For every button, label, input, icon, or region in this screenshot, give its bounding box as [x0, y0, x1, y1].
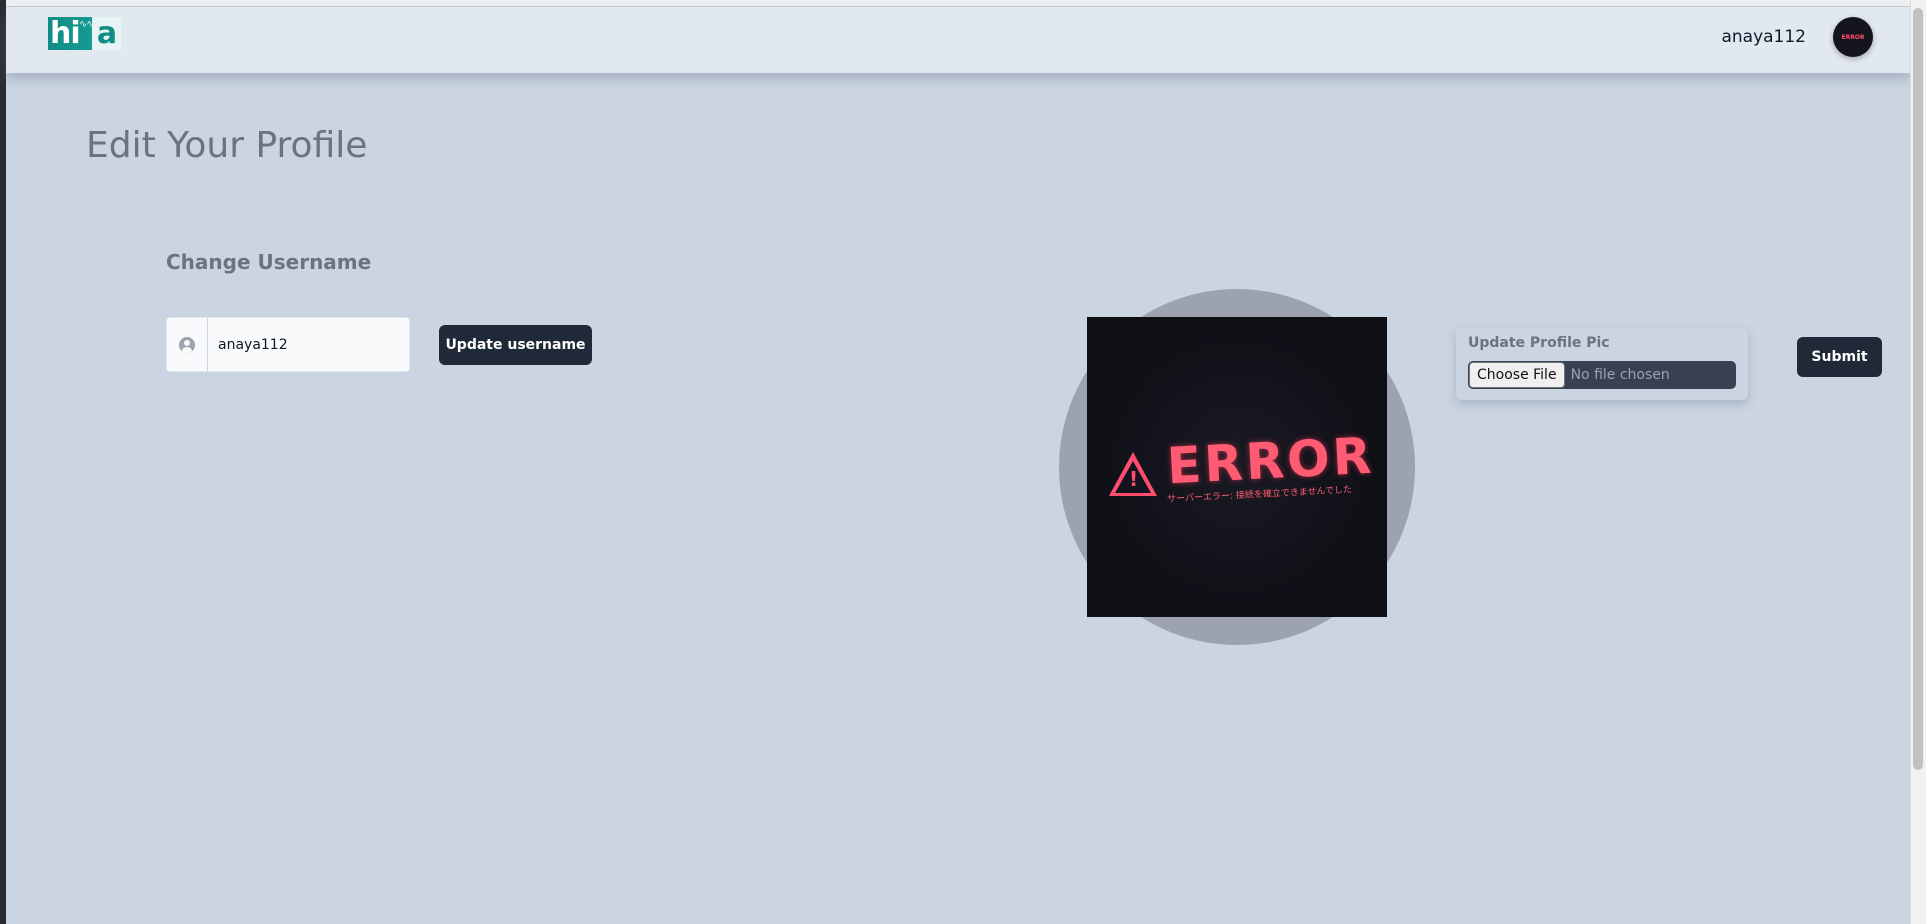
user-circle-icon — [179, 336, 195, 353]
browser-top-edge — [0, 0, 1926, 7]
username-input[interactable] — [208, 318, 409, 371]
window-left-edge — [0, 0, 6, 924]
profile-pic-image: ! ERROR サーバーエラー: 接続を確立できませんでした — [1087, 317, 1387, 617]
username-addon — [167, 318, 208, 371]
no-file-text: No file chosen — [1570, 367, 1670, 383]
exclamation-icon: ! — [1129, 467, 1139, 491]
file-input[interactable]: Choose File No file chosen — [1468, 361, 1736, 389]
logo-text: hi — [50, 16, 81, 51]
choose-file-button[interactable]: Choose File — [1469, 362, 1565, 388]
avatar[interactable]: ERROR — [1833, 17, 1873, 57]
scrollbar-thumb[interactable] — [1913, 8, 1923, 770]
nav-username: anaya112 — [1721, 27, 1806, 47]
avatar-image-text: ERROR — [1841, 33, 1865, 41]
app-logo[interactable]: hi ∿∿ a — [48, 17, 121, 50]
page-title: Edit Your Profile — [86, 125, 368, 166]
navbar: hi ∿∿ a anaya112 ERROR — [6, 7, 1910, 73]
change-username-heading: Change Username — [166, 250, 372, 274]
upload-profile-pic-card: Update Profile Pic Choose File No file c… — [1456, 328, 1748, 400]
update-username-button[interactable]: Update username — [439, 325, 592, 365]
username-input-group — [166, 317, 410, 372]
upload-profile-pic-label: Update Profile Pic — [1468, 335, 1610, 351]
scrollbar-track[interactable] — [1910, 0, 1926, 924]
submit-button[interactable]: Submit — [1797, 337, 1882, 377]
logo-letter: a — [92, 17, 121, 50]
